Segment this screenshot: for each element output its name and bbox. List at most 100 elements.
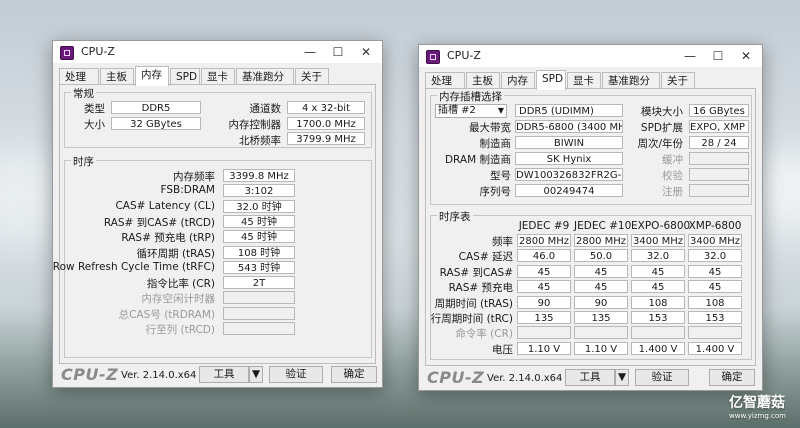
minimize-icon[interactable]: —: [676, 47, 704, 65]
tab-mainboard[interactable]: 主板: [466, 72, 500, 89]
timings-group: 时序 内存频率 3399.8 MHz FSB:DRAM 3:102 CAS# Laten…: [53, 154, 372, 358]
timing-table-cell: 45: [574, 280, 628, 294]
maximize-icon[interactable]: ☐: [324, 43, 352, 61]
buffer-label: 缓冲: [662, 154, 683, 166]
cpuz-logo: CPU-Z: [427, 368, 485, 387]
week-year-value: 28 / 24: [689, 136, 749, 149]
tab-processor[interactable]: 处理器: [425, 72, 465, 104]
maximize-icon[interactable]: ☐: [704, 47, 732, 65]
timing-table-cell: [631, 326, 685, 340]
serial-number-label: 序列号: [479, 186, 512, 198]
tab-spd[interactable]: SPD: [170, 68, 200, 85]
buffer-value: [689, 152, 749, 165]
timing-table-row-label: 电压: [492, 343, 513, 356]
tab-processor[interactable]: 处理器: [59, 68, 99, 100]
timing-row-label: 循环周期 (tRAS): [136, 247, 215, 260]
timing-table-cell: 3400 MHz: [688, 234, 742, 247]
tools-dropdown-arrow[interactable]: ▼: [249, 366, 263, 383]
timing-table-row-label: RAS# 预充电: [448, 282, 513, 295]
general-group: 常规 类型 DDR5 大小 32 GBytes 通道数 4 x 32-bit 内…: [64, 86, 372, 148]
tools-button[interactable]: 工具: [199, 366, 249, 383]
version-text: Ver. 2.14.0.x64: [487, 373, 563, 384]
timing-table-cell: 90: [574, 295, 628, 309]
tab-graphics[interactable]: 显卡: [567, 72, 601, 89]
timing-table-row-label: 行周期时间 (tRC): [430, 313, 513, 325]
ok-button[interactable]: 确定: [709, 369, 755, 386]
timing-table-cell: 153: [688, 311, 742, 324]
tools-dropdown-arrow[interactable]: ▼: [615, 369, 629, 386]
part-number-label: 型号: [490, 170, 511, 182]
nb-freq-value: 3799.9 MHz: [287, 132, 365, 145]
tab-graphics[interactable]: 显卡: [201, 68, 235, 85]
validate-button[interactable]: 验证: [635, 369, 689, 386]
tab-memory[interactable]: 内存: [501, 72, 535, 89]
col-header-xmp: XMP-6800: [688, 220, 742, 232]
dram-manufacturer-value: SK Hynix: [515, 152, 623, 165]
timing-table-cell: 108: [631, 295, 685, 309]
timing-table-cell: 1.10 V: [574, 341, 628, 355]
timing-table-cell: 153: [631, 311, 685, 324]
close-icon[interactable]: ✕: [732, 47, 760, 65]
timing-table-cell: 2800 MHz: [574, 234, 628, 247]
timing-table-cell: 32.0: [688, 249, 742, 263]
validate-button[interactable]: 验证: [269, 366, 323, 383]
timing-row-value: 2T: [223, 276, 295, 290]
timing-table-cell: [517, 326, 571, 340]
timing-table-cell: 1.10 V: [517, 341, 571, 355]
timing-row-label: 行至列 (tRCD): [145, 324, 215, 336]
timing-row-label: 指令比率 (CR): [146, 278, 215, 291]
close-icon[interactable]: ✕: [352, 43, 380, 61]
watermark: 亿智蘑菇 www.yizmg.com: [729, 392, 786, 420]
bottom-bar: CPU-Z Ver. 2.14.0.x64 工具 ▼ 验证 确定: [53, 363, 382, 387]
col-header-jedec9: JEDEC #9: [518, 220, 570, 232]
tab-about[interactable]: 关于: [295, 68, 329, 85]
timing-row-label: RAS# 到CAS# (tRCD): [103, 216, 215, 229]
timing-table-cell: 45: [574, 264, 628, 278]
dram-manufacturer-label: DRAM 制造商: [444, 154, 511, 166]
timing-table-cell: 45: [631, 280, 685, 294]
tab-mainboard[interactable]: 主板: [100, 68, 134, 85]
cpuz-app-icon: [60, 46, 74, 60]
serial-number-value: 00249474: [515, 184, 623, 197]
timings-table-label: 时序表: [437, 209, 473, 224]
checksum-value: [689, 168, 749, 181]
timing-table-cell: 1.400 V: [688, 341, 742, 355]
type-label: 类型: [84, 103, 105, 115]
tools-button[interactable]: 工具: [565, 369, 615, 386]
registered-value: [689, 184, 749, 197]
type-value: DDR5: [111, 101, 201, 114]
window-title: CPU-Z: [81, 45, 115, 58]
chevron-down-icon: ▼: [617, 371, 627, 383]
ok-button[interactable]: 确定: [331, 366, 377, 383]
mem-controller-value: 1700.0 MHz: [287, 117, 365, 130]
module-size-label: 模块大小: [641, 106, 683, 118]
timing-table-cell: 45: [517, 280, 571, 294]
title-bar[interactable]: CPU-Z — ☐ ✕: [53, 41, 382, 63]
part-number-value: DW100326832FR2G-CW0: [515, 168, 623, 181]
bottom-bar: CPU-Z Ver. 2.14.0.x64 工具 ▼ 验证 确定: [419, 366, 762, 390]
tab-about[interactable]: 关于: [661, 72, 695, 89]
tab-bench[interactable]: 基准跑分: [602, 72, 660, 89]
timing-table-cell: 32.0: [631, 249, 685, 263]
title-bar[interactable]: CPU-Z — ☐ ✕: [419, 45, 762, 67]
tab-bar: 处理器 主板 内存 SPD 显卡 基准跑分 关于: [425, 70, 756, 104]
cpuz-window-memory: CPU-Z — ☐ ✕ 处理器 主板 内存 SPD 显卡 基准跑分 关于 常规 …: [52, 40, 383, 388]
watermark-url: www.yizmg.com: [729, 412, 786, 420]
tab-bench[interactable]: 基准跑分: [236, 68, 294, 85]
week-year-label: 周次/年份: [637, 138, 683, 150]
version-text: Ver. 2.14.0.x64: [121, 370, 197, 381]
tab-spd[interactable]: SPD: [536, 70, 566, 90]
max-bandwidth-label: 最大带宽: [469, 122, 511, 134]
col-header-jedec10: JEDEC #10: [574, 220, 632, 232]
module-size-value: 16 GBytes: [689, 104, 749, 117]
slot-select[interactable]: 插槽 #2 ▼: [435, 104, 507, 118]
cpuz-window-spd: CPU-Z — ☐ ✕ 处理器 主板 内存 SPD 显卡 基准跑分 关于 内存插…: [418, 44, 763, 391]
tab-memory[interactable]: 内存: [135, 66, 169, 86]
timing-row-label: 内存频率: [173, 171, 215, 183]
size-value: 32 GBytes: [111, 117, 201, 130]
timing-row-value: [223, 306, 295, 320]
timing-row-value: 45 时钟: [223, 214, 295, 228]
spd-panel: 内存插槽选择 插槽 #2 ▼ DDR5 (UDIMM) 最大带宽 DDR5-68…: [425, 88, 756, 366]
minimize-icon[interactable]: —: [296, 43, 324, 61]
timing-table-cell: 3400 MHz: [631, 234, 685, 247]
